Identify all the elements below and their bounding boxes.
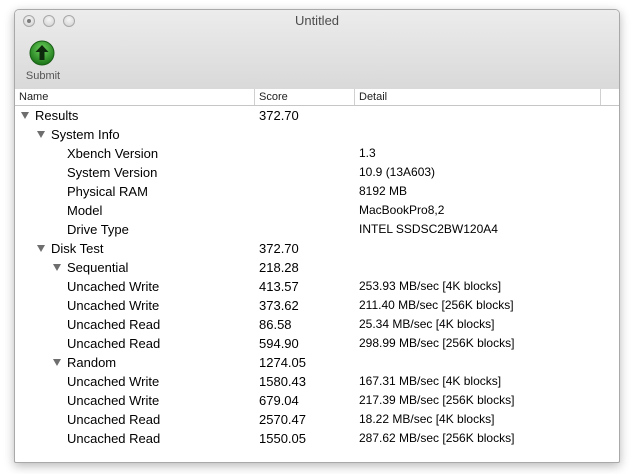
row-score: 372.70 [259, 108, 299, 123]
row-detail: 167.31 MB/sec [4K blocks] [359, 374, 502, 388]
outline-row[interactable]: Uncached Read 594.90 298.99 MB/sec [256K b… [15, 334, 619, 353]
outline-row[interactable]: Results 372.70 [15, 106, 619, 125]
outline-row[interactable]: Xbench Version 1.3 [15, 144, 619, 163]
outline-row[interactable]: Model MacBookPro8,2 [15, 201, 619, 220]
row-detail: 217.39 MB/sec [256K blocks] [359, 393, 515, 407]
column-detail-header[interactable]: Detail [355, 89, 601, 105]
row-name: Uncached Read [67, 336, 161, 351]
row-name: Sequential [67, 260, 129, 275]
outline-row[interactable]: Random 1274.05 [15, 353, 619, 372]
row-detail: 18.22 MB/sec [4K blocks] [359, 412, 495, 426]
row-detail: 211.40 MB/sec [256K blocks] [359, 298, 514, 312]
row-score: 1580.43 [259, 374, 306, 389]
row-name: Uncached Read [67, 317, 161, 332]
outline-row[interactable]: System Version 10.9 (13A603) [15, 163, 619, 182]
row-score: 218.28 [259, 260, 299, 275]
outline-row[interactable]: System Info [15, 125, 619, 144]
row-detail: 10.9 (13A603) [359, 165, 436, 179]
upload-arrow-icon [29, 40, 55, 66]
disclosure-triangle-icon[interactable] [53, 264, 61, 271]
row-score: 594.90 [259, 336, 299, 351]
column-header: Name Score Detail [15, 89, 619, 106]
disclosure-triangle-icon[interactable] [53, 359, 61, 366]
column-name-header[interactable]: Name [15, 89, 255, 105]
results-outline: Results 372.70 System Info Xbench Version 1.… [15, 106, 619, 448]
outline-row[interactable]: Sequential 218.28 [15, 258, 619, 277]
row-name: Results [35, 108, 79, 123]
outline-row[interactable]: Uncached Write 373.62 211.40 MB/sec [256K … [15, 296, 619, 315]
row-score: 2570.47 [259, 412, 306, 427]
outline-row[interactable]: Uncached Write 1580.43 167.31 MB/sec [4K b… [15, 372, 619, 391]
row-name: Physical RAM [67, 184, 148, 199]
row-name: System Version [67, 165, 158, 180]
row-detail: INTEL SSDSC2BW120A4 [359, 222, 498, 236]
row-score: 373.62 [259, 298, 299, 313]
row-detail: 1.3 [359, 146, 376, 160]
outline-row[interactable]: Uncached Read 1550.05 287.62 MB/sec [256K … [15, 429, 619, 448]
disclosure-triangle-icon[interactable] [37, 245, 45, 252]
row-score: 1550.05 [259, 431, 306, 446]
outline-row[interactable]: Uncached Write 413.57 253.93 MB/sec [4K bl… [15, 277, 619, 296]
row-detail: 25.34 MB/sec [4K blocks] [359, 317, 495, 331]
row-name: Uncached Write [67, 279, 160, 294]
row-name: Uncached Read [67, 431, 161, 446]
window-title: Untitled [294, 13, 340, 28]
outline-row[interactable]: Uncached Write 679.04 217.39 MB/sec [256K … [15, 391, 619, 410]
outline-row[interactable]: Disk Test 372.70 [15, 239, 619, 258]
row-name: Uncached Write [67, 393, 160, 408]
row-name: Xbench Version [67, 146, 159, 161]
title-toolbar-area: Untitled Submit [15, 10, 619, 90]
outline-row[interactable]: Uncached Read 2570.47 18.22 MB/sec [4K blo… [15, 410, 619, 429]
results-window: Untitled Submit Name Score Detail Result… [14, 9, 620, 463]
outline-row[interactable]: Uncached Read 86.58 25.34 MB/sec [4K block… [15, 315, 619, 334]
row-name: Model [67, 203, 103, 218]
row-name: Random [67, 355, 117, 370]
row-score: 679.04 [259, 393, 299, 408]
submit-label: Submit [25, 70, 61, 82]
submit-button[interactable]: Submit [21, 40, 65, 86]
outline-row[interactable]: Drive Type INTEL SSDSC2BW120A4 [15, 220, 619, 239]
row-score: 86.58 [259, 317, 292, 332]
row-name: Uncached Write [67, 298, 160, 313]
row-name: Uncached Write [67, 374, 160, 389]
row-detail: 287.62 MB/sec [256K blocks] [359, 431, 515, 445]
row-score: 1274.05 [259, 355, 306, 370]
outline-row[interactable]: Physical RAM 8192 MB [15, 182, 619, 201]
disclosure-triangle-icon[interactable] [37, 131, 45, 138]
row-name: Drive Type [67, 222, 129, 237]
row-name: System Info [51, 127, 120, 142]
row-score: 372.70 [259, 241, 299, 256]
row-score: 413.57 [259, 279, 299, 294]
disclosure-triangle-icon[interactable] [21, 112, 29, 119]
row-detail: 298.99 MB/sec [256K blocks] [359, 336, 515, 350]
row-name: Disk Test [51, 241, 104, 256]
row-detail: 8192 MB [359, 184, 408, 198]
row-name: Uncached Read [67, 412, 161, 427]
row-detail: MacBookPro8,2 [359, 203, 445, 217]
row-detail: 253.93 MB/sec [4K blocks] [359, 279, 502, 293]
column-score-header[interactable]: Score [255, 89, 355, 105]
